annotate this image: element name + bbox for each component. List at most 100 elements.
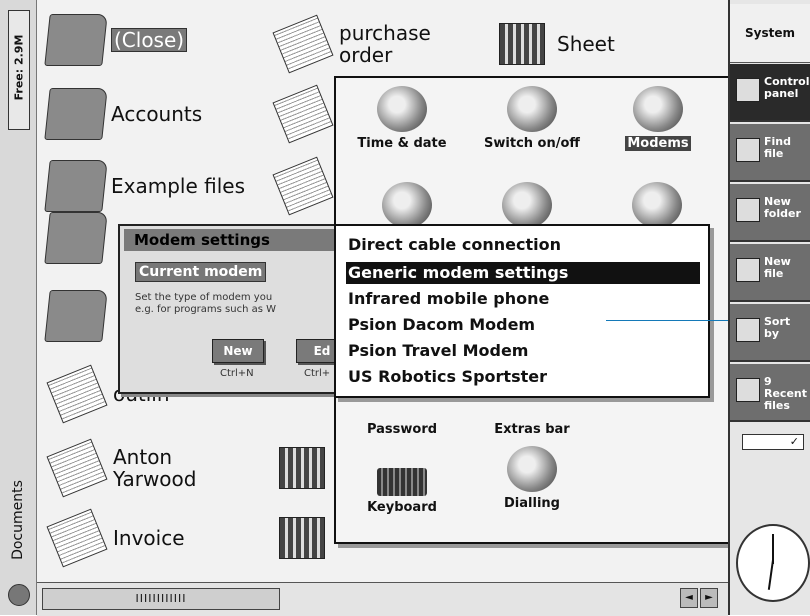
- spreadsheet-icon: [279, 517, 325, 559]
- document-icon: [46, 364, 108, 424]
- folder-icon: [44, 160, 108, 212]
- scroll-right-arrow-icon[interactable]: ►: [700, 588, 718, 608]
- file-item-label: Invoice: [113, 526, 185, 550]
- sidebar-button-label: Sort by: [764, 315, 791, 340]
- battery-icon: [8, 584, 30, 606]
- spreadsheet-icon: [279, 447, 325, 489]
- cp-item-switch-on-off[interactable]: Switch on/off: [472, 86, 592, 151]
- file-item-close[interactable]: (Close): [44, 14, 188, 66]
- check-icon: ✓: [789, 435, 799, 448]
- sidebar-button-label: Control panel: [764, 75, 810, 100]
- folder-icon: [44, 88, 108, 140]
- sidebar-button-label: 9 Recent files: [764, 375, 808, 412]
- file-item-label: Accounts: [111, 102, 203, 126]
- sidebar-button-label: New file: [764, 255, 791, 280]
- power-switch-icon: [507, 86, 557, 132]
- horizontal-scroll-indicator[interactable]: IIIIIIIIIIII: [42, 588, 280, 610]
- file-item-example-files[interactable]: Example files: [44, 160, 246, 212]
- cp-item-extras-bar[interactable]: Extras bar: [472, 422, 592, 437]
- sort-icon: [736, 318, 760, 342]
- file-item-label: Example files: [111, 174, 246, 198]
- cp-item-dialling[interactable]: Dialling: [472, 446, 592, 511]
- new-hotkey: Ctrl+N: [220, 368, 254, 379]
- file-item-sheet-3[interactable]: [273, 512, 331, 564]
- sidebar-button-control-panel[interactable]: Control panel: [730, 64, 810, 122]
- file-item-doc-3[interactable]: [272, 156, 334, 216]
- cp-item-keyboard[interactable]: Keyboard: [342, 458, 462, 515]
- scroll-left-arrow-icon[interactable]: ◄: [680, 588, 698, 608]
- cp-item-label: Time & date: [357, 136, 447, 151]
- modem-option-psion-travel[interactable]: Psion Travel Modem: [348, 340, 528, 362]
- cp-item-modems[interactable]: Modems: [598, 86, 718, 151]
- recent-files-icon: [736, 378, 760, 402]
- keyboard-icon: [377, 468, 427, 496]
- spreadsheet-icon: [499, 23, 545, 65]
- printer-icon: [632, 182, 682, 228]
- cp-item-label: Keyboard: [367, 500, 437, 515]
- file-item-folder-4[interactable]: [44, 290, 108, 342]
- telephone-icon: [507, 446, 557, 492]
- current-modem-label[interactable]: Current modem: [135, 262, 267, 282]
- sidebar-button-recent-files[interactable]: 9 Recent files: [730, 364, 810, 422]
- sidebar-button-new-file[interactable]: New file: [730, 244, 810, 302]
- cp-item-label-selected: Modems: [625, 136, 691, 151]
- speaker-icon: [502, 182, 552, 228]
- cp-item-label: Extras bar: [494, 422, 570, 437]
- sidebar-button-label: Find file: [764, 135, 791, 160]
- modem-icon: [633, 86, 683, 132]
- modem-option-infrared[interactable]: Infrared mobile phone: [348, 288, 549, 310]
- file-item-label: Anton Yarwood: [113, 445, 197, 491]
- system-title: System: [730, 4, 810, 63]
- file-item-doc-2[interactable]: [272, 84, 334, 144]
- folder-open-icon: [44, 14, 108, 66]
- folder-icon: [44, 290, 108, 342]
- sidebar-button-find-file[interactable]: Find file: [730, 124, 810, 182]
- cp-item-label: Dialling: [504, 496, 560, 511]
- find-file-icon: [736, 138, 760, 162]
- document-icon: [46, 438, 108, 498]
- modem-option-psion-dacom[interactable]: Psion Dacom Modem: [348, 314, 535, 336]
- documents-label: Documents: [10, 480, 26, 560]
- file-item-label: purchase order: [339, 21, 431, 67]
- callout-line: [606, 320, 728, 321]
- sidebar-slider[interactable]: ✓: [742, 434, 804, 450]
- document-icon: [46, 508, 108, 568]
- document-icon: [272, 156, 334, 216]
- document-icon: [272, 14, 334, 74]
- documents-app-label[interactable]: Documents: [0, 470, 36, 580]
- edit-hotkey: Ctrl+: [304, 368, 331, 379]
- clock-icon: [377, 86, 427, 132]
- cp-item-time-date[interactable]: Time & date: [342, 86, 462, 151]
- control-panel-icon: [736, 78, 760, 102]
- clock-minute-hand: [767, 559, 774, 590]
- new-folder-icon: [736, 198, 760, 222]
- pen-icon: [382, 182, 432, 228]
- cp-item-password[interactable]: Password: [342, 422, 462, 437]
- modem-type-list[interactable]: Direct cable connection Generic modem se…: [334, 224, 710, 398]
- free-memory-indicator: Free: 2.9M: [8, 10, 30, 130]
- sidebar-button-label: New folder: [764, 195, 801, 220]
- cp-item-label: Password: [366, 422, 438, 437]
- modem-option-us-robotics[interactable]: US Robotics Sportster: [348, 366, 547, 388]
- dialog-description: Set the type of modem you e.g. for progr…: [135, 292, 277, 315]
- modem-option-direct-cable[interactable]: Direct cable connection: [348, 234, 561, 256]
- clock-icon: [736, 524, 810, 602]
- new-file-icon: [736, 258, 760, 282]
- file-item-label: Sheet: [557, 32, 615, 56]
- free-memory-text: Free: 2.9M: [12, 34, 26, 101]
- file-item-anton-yarwood[interactable]: Anton Yarwood: [46, 438, 197, 498]
- document-icon: [272, 84, 334, 144]
- new-button[interactable]: New: [212, 339, 264, 363]
- folder-icon: [44, 212, 108, 264]
- sidebar-button-new-folder[interactable]: New folder: [730, 184, 810, 242]
- modem-option-generic-selected[interactable]: Generic modem settings: [346, 262, 700, 284]
- file-item-folder-3[interactable]: [44, 212, 108, 264]
- file-item-purchase-order[interactable]: purchase order: [272, 14, 431, 74]
- file-item-sheet[interactable]: Sheet: [493, 18, 615, 70]
- file-item-invoice[interactable]: Invoice: [46, 508, 185, 568]
- file-item-label: (Close): [111, 28, 188, 52]
- sidebar-button-sort-by[interactable]: Sort by: [730, 304, 810, 362]
- cp-item-label: Switch on/off: [484, 136, 580, 151]
- file-item-accounts[interactable]: Accounts: [44, 88, 203, 140]
- file-item-sheet-2[interactable]: [273, 442, 331, 494]
